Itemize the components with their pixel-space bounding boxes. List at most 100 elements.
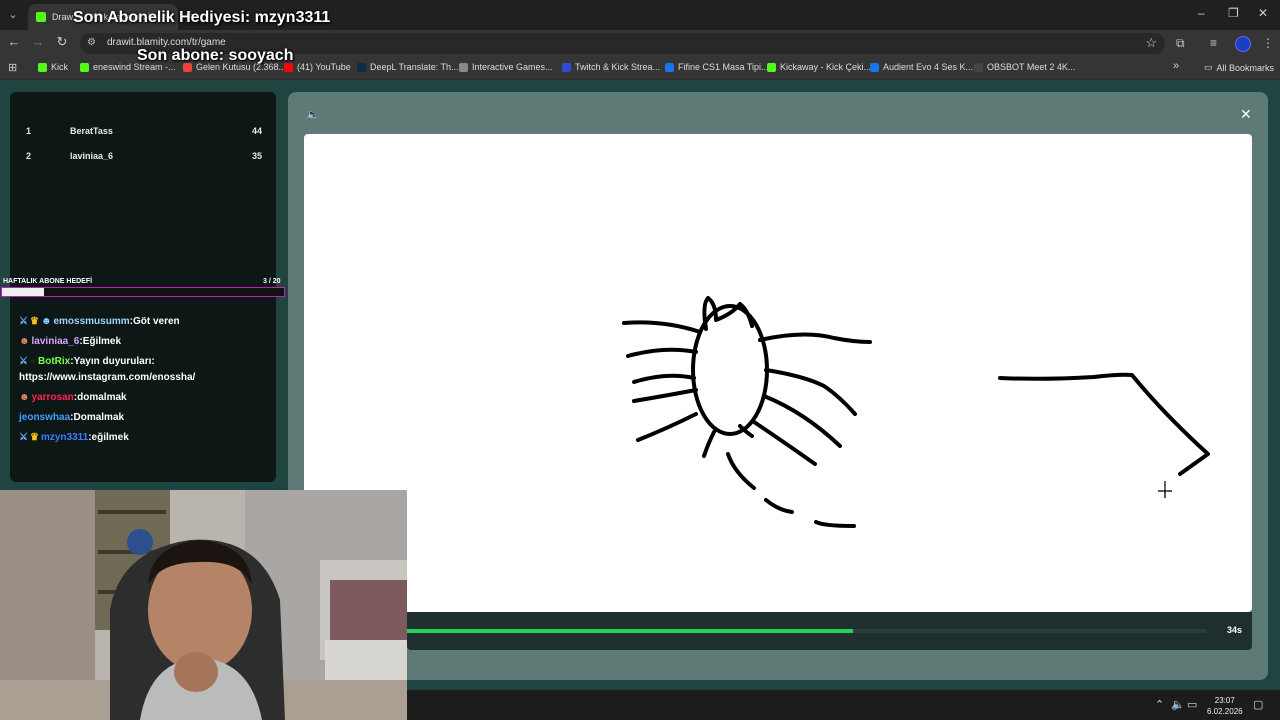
media-icon[interactable]: ≡ [1210,36,1217,50]
bookmark-item[interactable]: DeepL Translate: Th... [357,62,459,72]
bookmark-item[interactable]: Kick [38,62,68,72]
bookmark-label: Twitch & Kick Strea... [575,62,661,72]
bookmark-star-icon[interactable]: ☆ [1145,35,1157,51]
bookmark-item[interactable]: Interactive Games... [459,62,553,72]
bookmark-label: Audient Evo 4 Ses K... [883,62,974,72]
bookmark-favicon-icon [870,62,879,72]
timer-fill [407,629,854,633]
timer-track [407,629,1207,633]
timer-text: 34s [1226,625,1242,635]
webcam-feed [0,490,407,720]
kick-favicon-icon [36,12,46,22]
chat-username: jeonswhaa [19,412,71,423]
reload-icon[interactable]: ↻ [52,34,72,50]
chat-text: https://www.instagram.com/enossha/ [19,372,196,383]
chat-message: jeonswhaa:Domalmak [19,412,125,423]
all-bookmarks-button[interactable]: ▭ All Bookmarks [1204,62,1274,73]
bookmark-item[interactable]: OBSBOT Meet 2 4K... [974,62,1075,72]
tray-chevron-icon[interactable]: ⌃ [1155,698,1164,711]
avatar-badge-icon: ☻ [19,336,30,347]
bookmark-label: Fifine CS1 Masa Tipi... [678,62,769,72]
sub-goal-progress [1,287,285,297]
stroke-leg [626,347,698,358]
bookmark-item[interactable]: (41) YouTube [284,62,351,72]
bookmark-label: DeepL Translate: Th... [370,62,459,72]
bookmark-label: Kick [51,62,69,72]
stroke-leg [702,430,716,458]
chat-message: ☻ laviniaa_6:Eğilmek [19,336,122,347]
avatar-badge-icon: ☻ [40,316,52,327]
bot-badge-icon: ● [29,356,37,367]
chat-text: Yayın duyuruları: [73,356,155,367]
all-bookmarks-label: All Bookmarks [1216,62,1275,73]
site-info-icon[interactable]: ⚙ [87,37,96,48]
bookmark-item[interactable]: Twitch & Kick Strea... [562,62,660,72]
chat-text: Göt veren [132,316,180,327]
bookmark-favicon-icon [459,62,468,72]
apps-icon[interactable]: ⊞ [8,61,17,74]
sword-badge-icon: ⚔ [19,432,28,443]
profile-avatar[interactable] [1235,36,1251,52]
chat-text: domalmak [77,392,127,403]
stroke-line [764,498,794,514]
stroke-leg [622,320,702,334]
back-icon[interactable]: ← [4,34,24,49]
player-score: 44 [251,126,262,136]
chat-message: ☻ yarrosan:domalmak [19,392,127,403]
bookmark-favicon-icon [38,62,47,72]
player-name: laviniaa_6 [70,151,114,161]
restore-icon[interactable]: ❐ [1228,6,1239,20]
bookmark-item[interactable]: Kickaway - Kick Çeki... [767,62,871,72]
bookmark-favicon-icon [665,62,674,72]
stroke-leg [632,388,698,403]
more-bookmarks-icon[interactable]: » [1173,60,1179,72]
clock[interactable]: 23:07 6.02.2026 [1207,695,1243,717]
chat-text: eğilmek [91,432,129,443]
leaderboard-row: 1 BeratTass 44 [26,126,262,142]
volume-icon[interactable]: 🔈 [1171,698,1185,711]
menu-icon[interactable]: ⋮ [1262,36,1274,50]
player-score: 35 [251,151,262,161]
tab-search-icon[interactable]: ⌄ [4,6,22,24]
forward-icon[interactable]: → [28,34,48,49]
bookmark-item[interactable]: Fifine CS1 Masa Tipi... [665,62,769,72]
network-icon[interactable]: ▭ [1187,698,1197,711]
chat-text: Eğilmek [82,336,122,347]
clock-date: 6.02.2026 [1207,707,1243,716]
chat-text: Domalmak [73,412,125,423]
bookmark-label: (41) YouTube [297,62,351,72]
game-panel: 🔈 ✕ 34s [288,92,1268,680]
close-icon[interactable]: ✕ [1240,106,1252,123]
chat-message-continued: https://www.instagram.com/enossha/ [19,372,195,383]
chat-username: emossmusumm [53,316,130,327]
crosshair-cursor-icon [1158,481,1172,498]
extensions-icon[interactable]: ⧉ [1176,36,1185,51]
bookmark-label: Kickaway - Kick Çeki... [780,62,872,72]
chat-message: ⚔ ♛ ☻ emossmusumm:Göt veren [19,316,180,327]
sound-icon[interactable]: 🔈 [306,108,320,121]
notification-icon[interactable]: ▢ [1253,698,1263,711]
crown-badge-icon: ♛ [29,432,39,443]
chat-message: ⚔ ♛ mzyn3311:eğilmek [19,432,129,443]
stroke-line [814,520,856,528]
leaderboard-row: 2 laviniaa_6 35 [26,151,262,167]
bookmark-item[interactable]: Audient Evo 4 Ses K... [870,62,973,72]
taskbar: ⌃ 🔈 ▭ 23:07 6.02.2026 ▢ [407,690,1280,720]
sword-badge-icon: ⚔ [19,356,28,367]
chat-username: laviniaa_6 [31,336,80,347]
webcam-image [0,490,407,720]
bookmark-label: Interactive Games... [472,62,553,72]
player-name: BeratTass [70,126,113,136]
drawing-canvas[interactable] [304,134,1252,612]
crown-badge-icon: ♛ [29,316,39,327]
folder-icon: ▭ [1204,62,1213,72]
bookmark-favicon-icon [974,62,983,72]
last-sub-overlay: Son abone: sooyach [137,47,294,64]
chat-username: mzyn3311 [40,432,89,443]
bookmark-label: OBSBOT Meet 2 4K... [987,62,1076,72]
window-close-icon[interactable]: ✕ [1258,6,1268,20]
bookmark-favicon-icon [562,62,571,72]
bookmark-favicon-icon [767,62,776,72]
stroke-leg [758,332,872,344]
minimize-icon[interactable]: – [1198,6,1205,20]
